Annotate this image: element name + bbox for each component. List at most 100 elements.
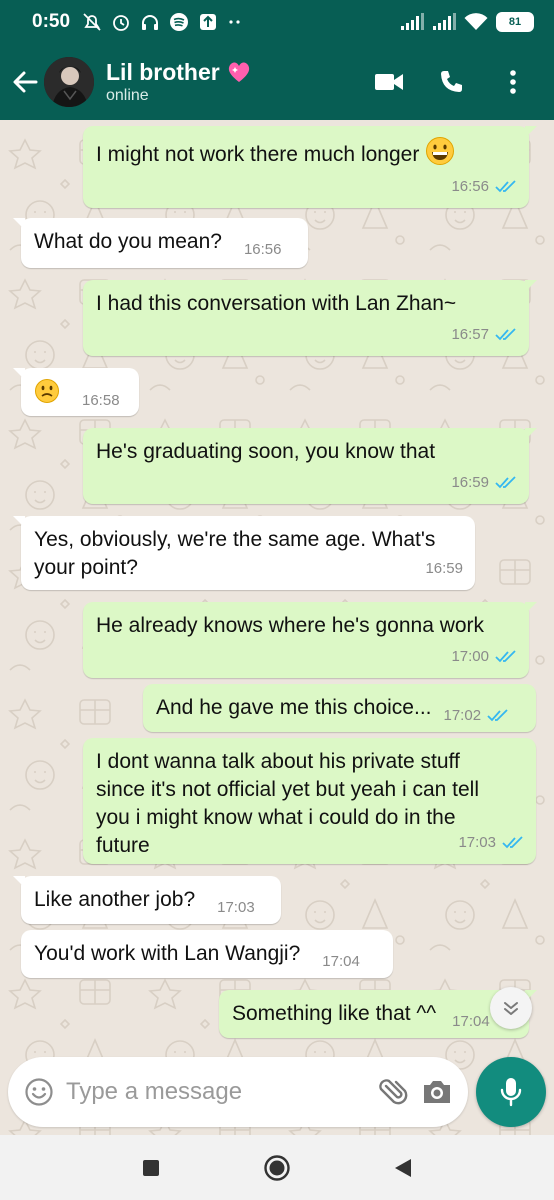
message-text: Something like that ^^ 17:04 <box>232 1000 515 1036</box>
contact-name-row: Lil brother <box>106 58 252 86</box>
read-receipt-icon <box>487 709 508 722</box>
back-button[interactable] <box>2 52 48 112</box>
battery-icon: 81 <box>496 12 534 32</box>
message-time: 16:59 <box>451 474 489 491</box>
composer <box>0 1055 554 1135</box>
message-time: 16:58 <box>82 392 120 409</box>
message-text: I dont wanna talk about his private stuf… <box>96 750 479 857</box>
message-meta: 16:56 <box>244 236 282 264</box>
status-system-icons: 81 <box>400 12 534 32</box>
message-text: Like another job? 17:03 <box>34 886 267 922</box>
video-call-icon <box>375 74 403 90</box>
sparkling-heart-icon <box>228 62 249 82</box>
recents-button[interactable] <box>131 1148 171 1188</box>
chat-area[interactable]: I might not work there much longer 16:56… <box>0 120 554 1165</box>
message-text: Yes, obviously, we're the same age. What… <box>34 528 436 579</box>
spotify-icon <box>170 13 189 31</box>
message-meta: 17:02 <box>444 702 510 730</box>
message-outgoing[interactable]: He already knows where he's gonna work 1… <box>83 602 537 678</box>
back-arrow-icon <box>13 71 38 93</box>
message-meta: 16:57 <box>451 321 517 349</box>
message-meta: 17:00 <box>451 643 517 671</box>
mic-icon <box>500 1078 522 1107</box>
status-bar: 0:50 81 <box>0 0 554 44</box>
more-options-button[interactable] <box>482 54 544 110</box>
back-nav-button[interactable] <box>383 1148 423 1188</box>
chat-header: Lil brother online <box>0 44 554 120</box>
read-receipt-icon <box>495 476 516 489</box>
status-time: 0:50 <box>32 11 71 32</box>
home-icon <box>264 1154 290 1181</box>
back-triangle-icon <box>395 1158 411 1177</box>
read-receipt-icon <box>502 836 523 849</box>
message-text: 16:58 <box>34 378 125 415</box>
message-meta: 17:04 <box>322 948 360 976</box>
message-incoming[interactable]: You'd work with Lan Wangji? 17:04 <box>21 930 393 978</box>
emoji-button[interactable] <box>24 1072 54 1112</box>
camera-icon <box>424 1081 450 1103</box>
message-meta: 16:56 <box>451 173 517 201</box>
message-time: 17:03 <box>217 899 255 916</box>
message-meta: 17:04 <box>452 1008 490 1036</box>
message-text: I might not work there much longer <box>96 136 515 169</box>
message-meta: 16:58 <box>82 387 120 415</box>
headphones-icon <box>142 15 159 30</box>
message-input-container <box>8 1057 468 1127</box>
wifi-icon <box>464 13 488 30</box>
message-time: 16:57 <box>451 326 489 343</box>
status-notification-icons <box>82 12 243 32</box>
message-outgoing[interactable]: I might not work there much longer 16:56 <box>83 126 537 208</box>
do-not-disturb-icon <box>83 13 101 31</box>
message-time: 17:04 <box>322 953 360 970</box>
header-actions <box>358 54 544 110</box>
message-time: 16:59 <box>425 560 463 577</box>
system-nav-bar <box>0 1135 554 1200</box>
video-call-button[interactable] <box>358 54 420 110</box>
message-meta: 17:03 <box>458 829 524 857</box>
home-button[interactable] <box>257 1148 297 1188</box>
message-incoming[interactable]: 16:58 <box>13 368 139 416</box>
message-text: He's graduating soon, you know that <box>96 440 436 463</box>
read-receipt-icon <box>495 180 516 193</box>
message-meta: 16:59 <box>451 469 517 497</box>
voice-message-button[interactable] <box>476 1057 546 1127</box>
message-meta: 17:03 <box>217 894 255 922</box>
recents-icon <box>143 1159 159 1176</box>
message-text: He already knows where he's gonna work <box>96 614 485 637</box>
phone-icon <box>441 71 462 92</box>
message-time: 17:00 <box>451 648 489 665</box>
message-input[interactable] <box>66 1078 376 1106</box>
camera-button[interactable] <box>422 1072 452 1112</box>
message-outgoing[interactable]: He's graduating soon, you know that 16:5… <box>83 428 537 504</box>
message-text: What do you mean? 16:56 <box>34 228 294 264</box>
more-notifications-icon <box>229 20 240 24</box>
contact-name: Lil brother <box>106 59 220 85</box>
message-incoming[interactable]: Like another job? 17:03 <box>13 876 281 924</box>
voice-call-button[interactable] <box>420 54 482 110</box>
avatar[interactable] <box>44 57 94 107</box>
alarm-icon <box>113 15 129 31</box>
scroll-down-icon <box>504 1002 518 1015</box>
message-incoming[interactable]: What do you mean? 16:56 <box>13 218 308 268</box>
message-meta: 16:59 <box>425 555 463 583</box>
message-time: 17:03 <box>458 834 496 851</box>
message-outgoing[interactable]: I dont wanna talk about his private stuf… <box>83 738 536 864</box>
message-incoming[interactable]: Yes, obviously, we're the same age. What… <box>13 516 475 590</box>
message-time: 16:56 <box>243 241 282 258</box>
confused-face-icon <box>35 379 59 403</box>
signal-2-icon <box>433 13 456 30</box>
message-outgoing[interactable]: I had this conversation with Lan Zhan~ 1… <box>83 280 537 356</box>
emoji-icon <box>25 1078 53 1106</box>
message-time: 17:04 <box>452 1013 490 1030</box>
scroll-down-button[interactable] <box>490 987 532 1029</box>
battery-level: 81 <box>508 16 522 28</box>
message-text: You'd work with Lan Wangji? 17:04 <box>34 940 379 976</box>
message-outgoing[interactable]: And he gave me this choice... 17:02 <box>143 684 536 732</box>
signal-icon <box>401 13 424 30</box>
message-text: And he gave me this choice... 17:02 <box>156 694 522 730</box>
read-receipt-icon <box>495 328 516 341</box>
contact-info[interactable]: Lil brother online <box>106 58 252 106</box>
attach-button[interactable] <box>376 1072 408 1112</box>
message-outgoing[interactable]: Something like that ^^ 17:04 <box>219 990 537 1038</box>
message-text: I had this conversation with Lan Zhan~ <box>96 292 457 315</box>
